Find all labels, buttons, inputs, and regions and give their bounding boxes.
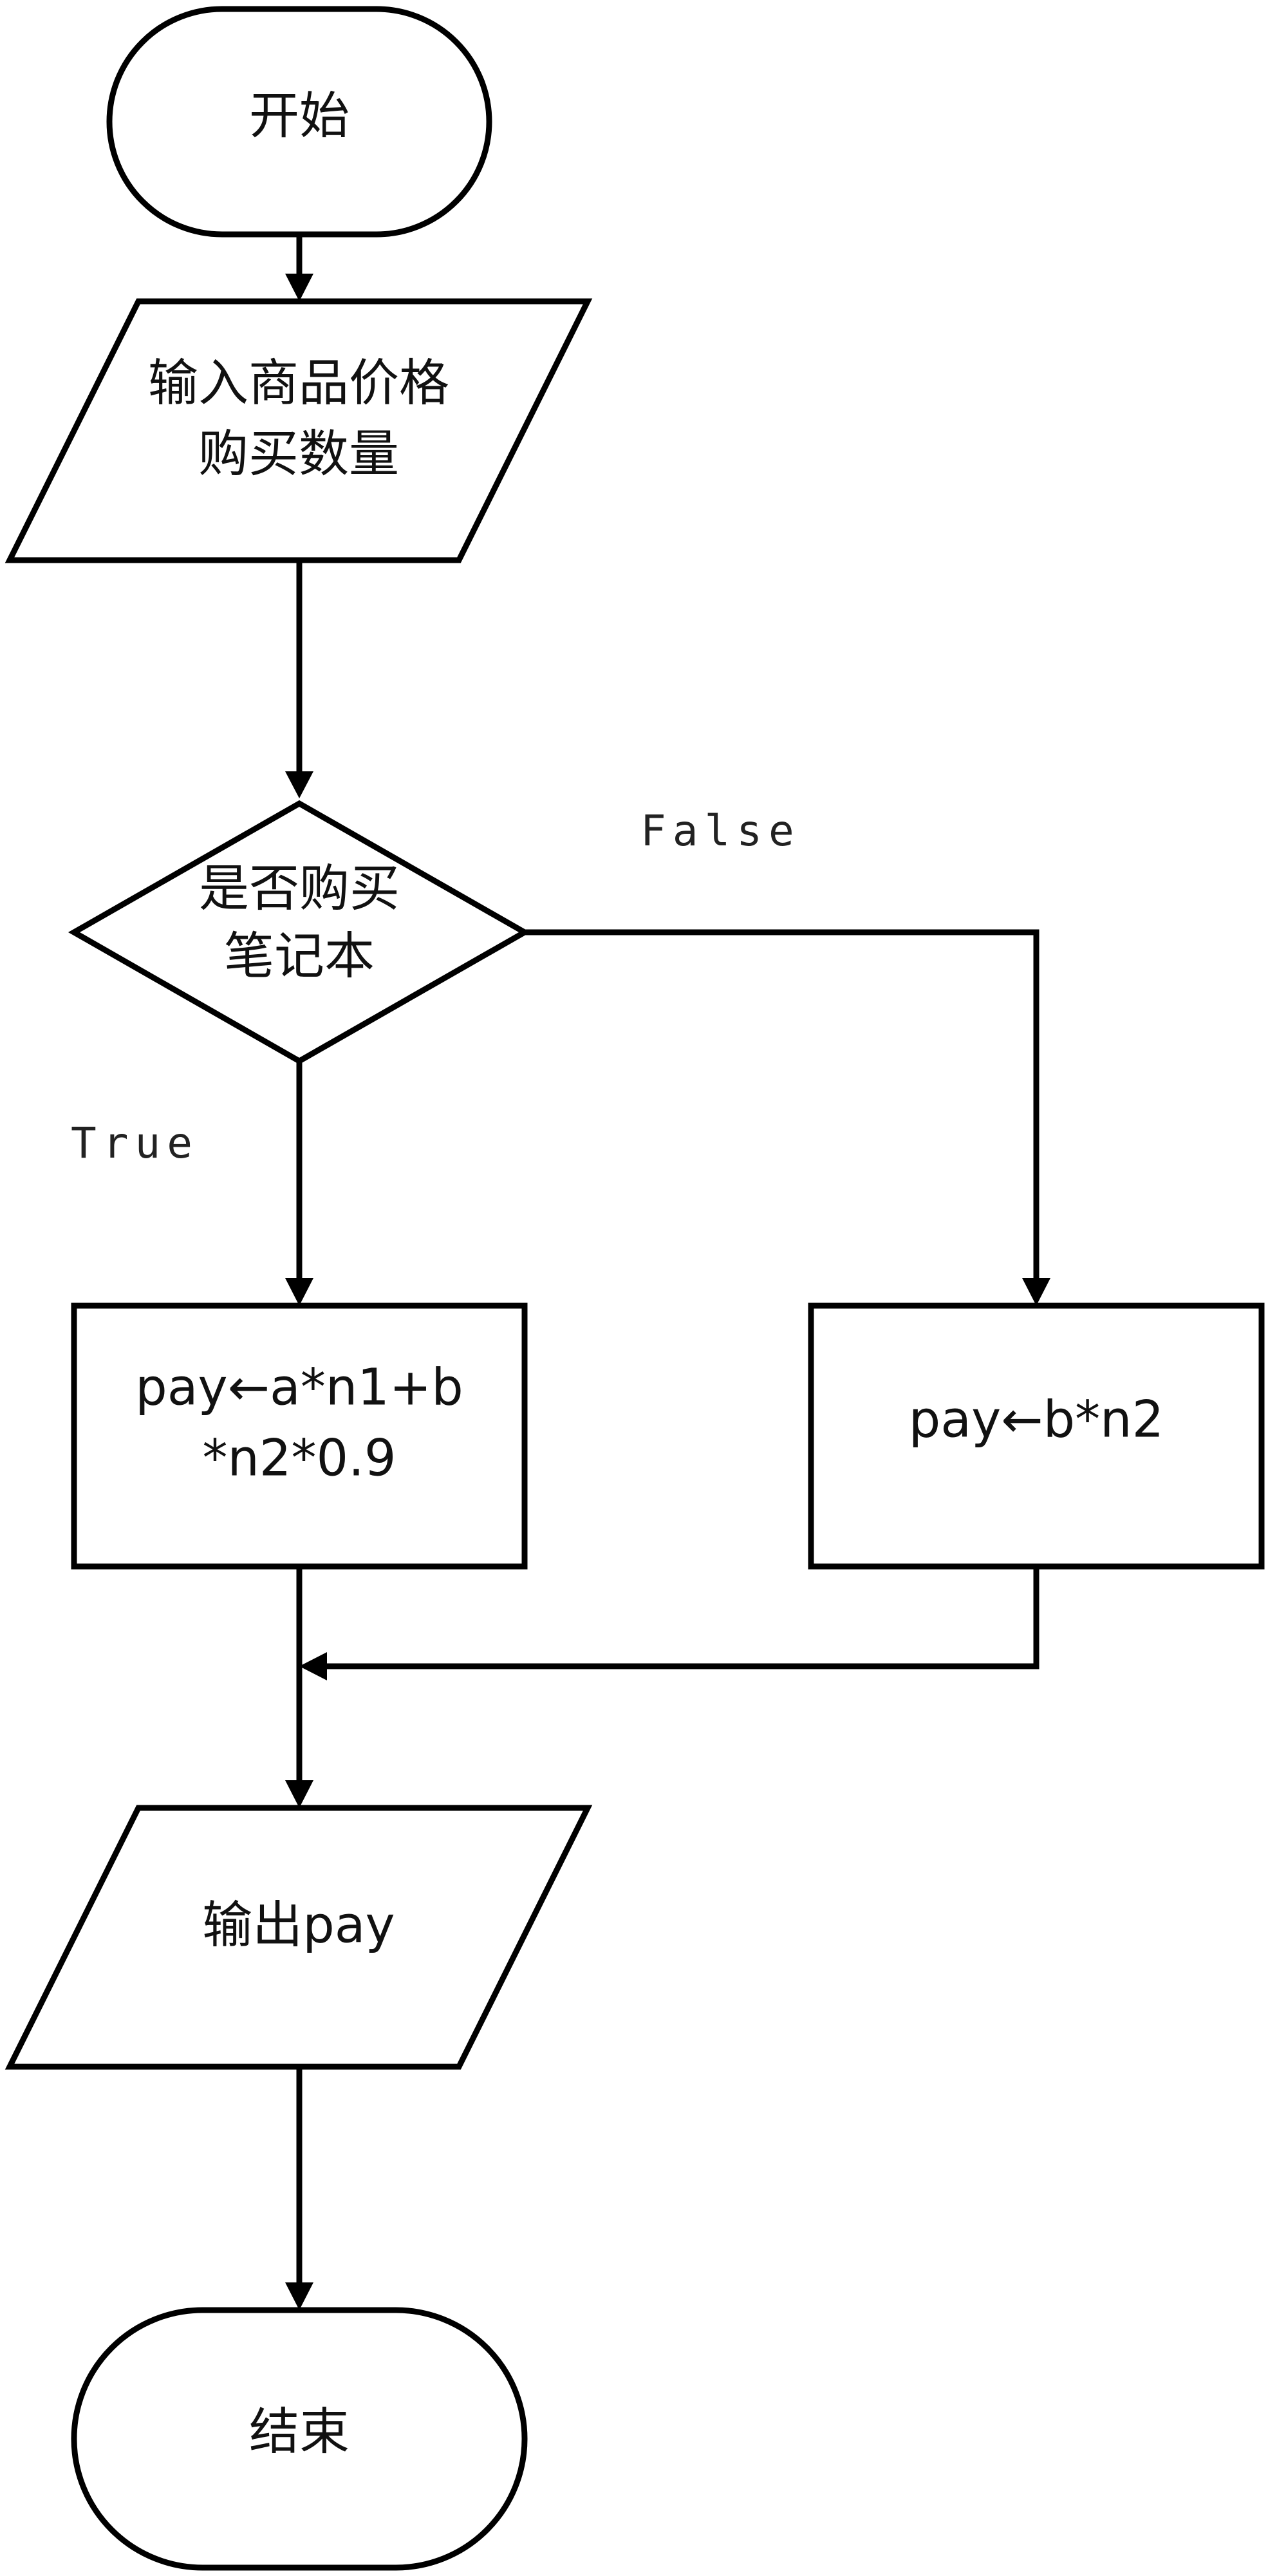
input-label-line2: 购买数量	[198, 425, 399, 483]
edge-false-merge	[299, 1566, 1040, 1680]
edge-output-to-end	[285, 2067, 313, 2310]
process-true-line1: pay←a*n1+b	[135, 1359, 463, 1416]
input-label-line1: 输入商品价格	[148, 354, 449, 412]
output-label: 输出pay	[202, 1896, 395, 1954]
decision-node: 是否购买 笔记本	[68, 800, 531, 1065]
edge-decision-false	[525, 929, 1050, 1306]
decision-label-line1: 是否购买	[199, 860, 400, 917]
true-branch-label: True	[71, 1118, 199, 1168]
end-node: 结束	[71, 2307, 528, 2571]
false-branch-label: False	[640, 806, 801, 856]
edge-input-to-decision	[285, 560, 313, 798]
input-node: 输入商品价格 购买数量	[5, 298, 593, 563]
process-false-label: pay←b*n2	[909, 1391, 1164, 1449]
process-true-line2: *n2*0.9	[202, 1429, 396, 1487]
flowchart: 开始 输入商品价格 购买数量 是否购买 笔记本 False True pay←a…	[5, 6, 1265, 2571]
decision-label-line2: 笔记本	[224, 927, 375, 985]
end-label: 结束	[249, 2403, 350, 2461]
process-false-node: pay←b*n2	[808, 1302, 1265, 1570]
start-label: 开始	[249, 87, 350, 145]
edge-start-to-input	[285, 234, 313, 301]
process-true-node: pay←a*n1+b *n2*0.9	[71, 1302, 528, 1570]
edge-true-to-output	[285, 1566, 313, 1808]
output-node: 输出pay	[5, 1805, 593, 2070]
edge-decision-true	[285, 1061, 313, 1306]
start-node: 开始	[106, 6, 492, 238]
